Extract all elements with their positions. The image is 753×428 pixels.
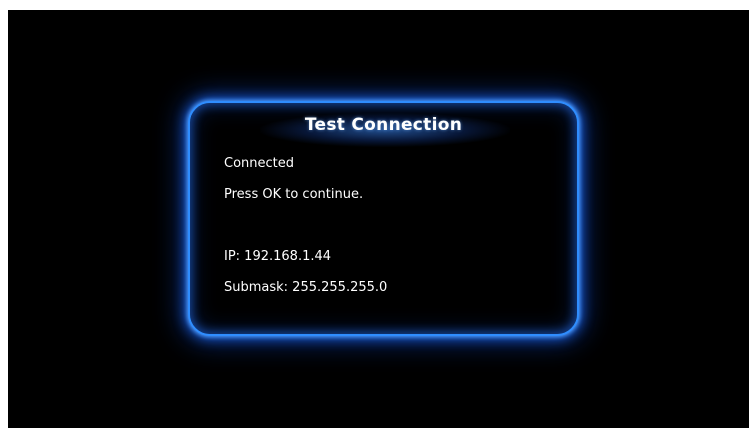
- subnet-mask: Submask: 255.255.255.0: [224, 280, 388, 295]
- tv-screen: Test Connection Connected Press OK to co…: [8, 10, 749, 428]
- test-connection-dialog: Test Connection Connected Press OK to co…: [188, 101, 579, 336]
- continue-prompt: Press OK to continue.: [224, 187, 364, 202]
- dialog-title: Test Connection: [304, 115, 463, 135]
- ip-address: IP: 192.168.1.44: [224, 249, 332, 264]
- connection-status: Connected: [224, 156, 295, 171]
